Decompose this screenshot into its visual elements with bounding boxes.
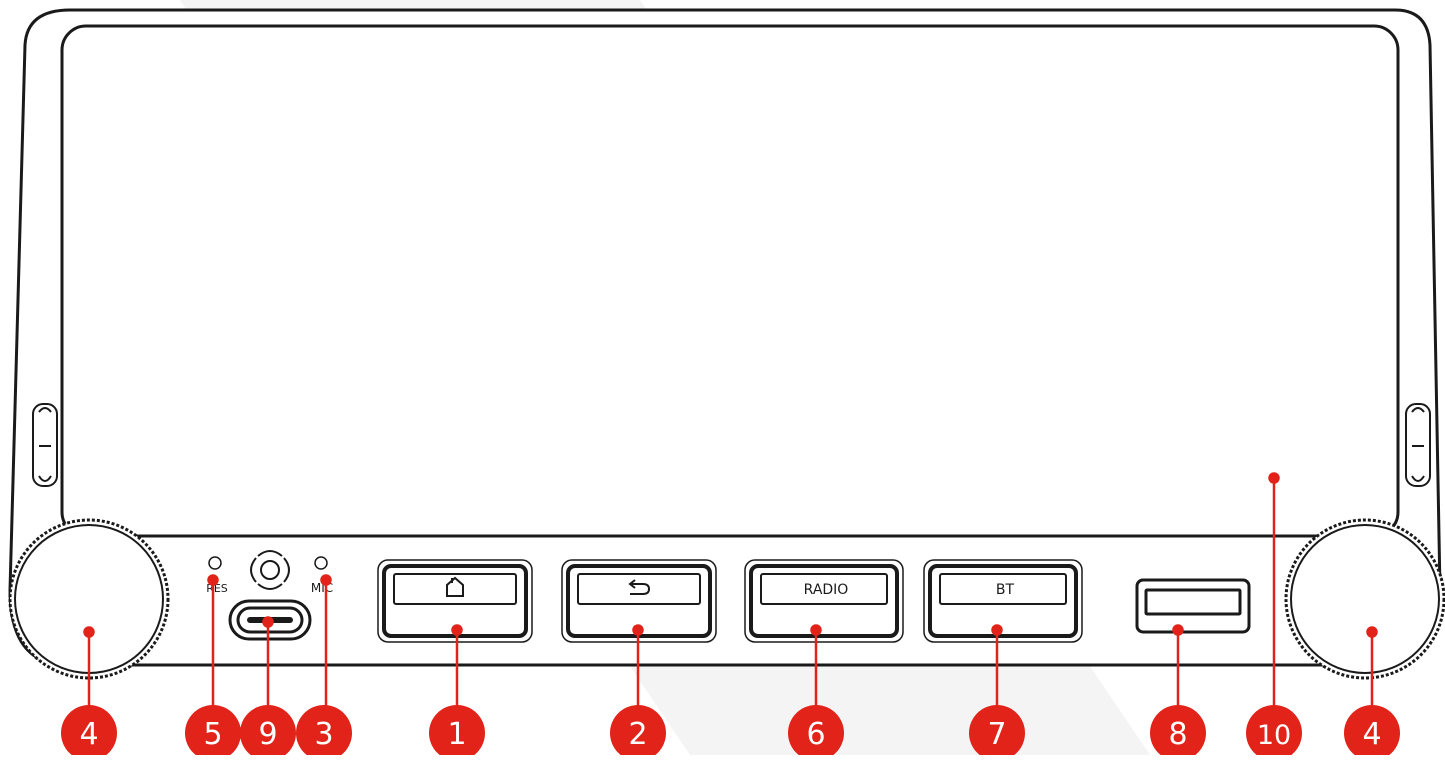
right-tune-knob[interactable] <box>1284 518 1445 680</box>
car-head-unit-diagram: RES MIC RADIO BT 4 5 9 3 1 2 6 7 8 10 4 <box>0 0 1445 760</box>
usb-a-port[interactable] <box>1135 578 1251 634</box>
svg-text:1: 1 <box>447 717 466 752</box>
svg-text:2: 2 <box>628 717 647 752</box>
bt-button[interactable]: BT <box>923 559 1083 643</box>
svg-text:8: 8 <box>1168 717 1187 752</box>
display-screen <box>60 24 1400 538</box>
callout-knob-left: 4 <box>61 705 117 760</box>
callout-knob-right: 4 <box>1344 705 1400 760</box>
callout-usb-c-port: 9 <box>240 705 296 760</box>
callout-screen: 10 <box>1246 705 1302 760</box>
callout-microphone: 3 <box>296 705 352 760</box>
svg-text:3: 3 <box>314 717 333 752</box>
radio-button[interactable]: RADIO <box>744 559 904 643</box>
svg-text:5: 5 <box>203 717 222 752</box>
callout-back-button: 2 <box>610 705 666 760</box>
callout-home-button: 1 <box>429 705 485 760</box>
svg-text:10: 10 <box>1257 720 1291 751</box>
svg-text:4: 4 <box>79 717 98 752</box>
svg-text:9: 9 <box>258 717 277 752</box>
svg-text:7: 7 <box>987 717 1006 752</box>
diagram-canvas: RES MIC RADIO BT 4 5 9 3 1 2 6 7 8 10 4 <box>8 0 1445 760</box>
bt-button-label: BT <box>996 582 1015 598</box>
callout-reset-hole: 5 <box>185 705 241 760</box>
svg-text:4: 4 <box>1362 717 1381 752</box>
svg-text:6: 6 <box>806 717 825 752</box>
radio-button-label: RADIO <box>804 582 849 598</box>
callout-usb-a-port: 8 <box>1150 705 1206 760</box>
